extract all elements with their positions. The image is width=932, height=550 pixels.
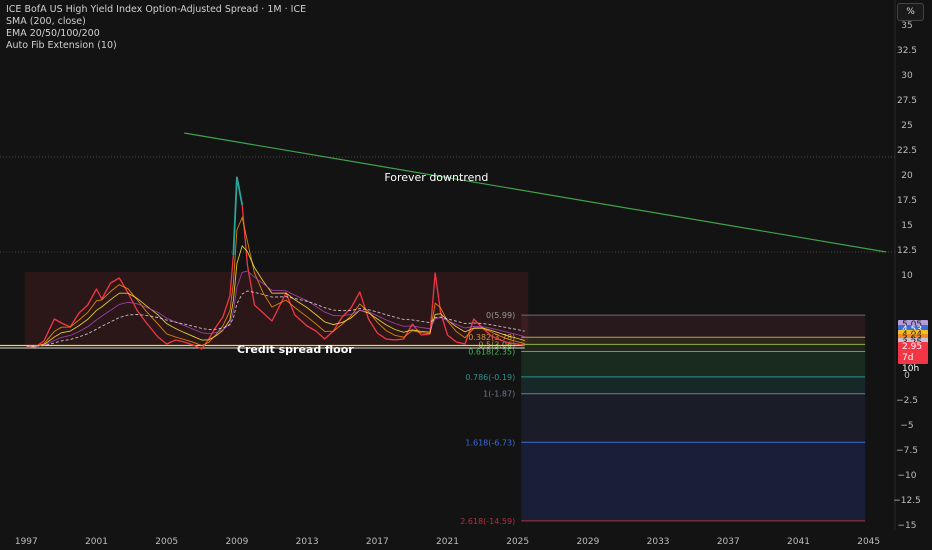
y-tick-10: 10: [901, 271, 913, 281]
fib-label-0.618: 0.618(2.35): [468, 348, 515, 357]
fib-band-1.618: [521, 442, 866, 521]
percent-scale-button[interactable]: %: [897, 3, 924, 21]
fib-label-2.618: 2.618(-14.59): [460, 517, 515, 526]
y-tick--15: −15: [898, 521, 917, 531]
fib-label-1.618: 1.618(-6.73): [465, 438, 515, 447]
x-tick-1997: 1997: [15, 537, 38, 547]
fib-band-0.618: [521, 351, 866, 377]
y-tick-17.5: 17.5: [897, 196, 917, 206]
chart-legend: ICE BofA US High Yield Index Option-Adju…: [6, 4, 306, 52]
y-tick--12.5: −12.5: [893, 496, 921, 506]
y-tick-27.5: 27.5: [897, 96, 917, 106]
x-tick-2017: 2017: [366, 537, 389, 547]
fib-label-1: 1(-1.87): [483, 390, 515, 399]
x-tick-2021: 2021: [436, 537, 459, 547]
y-tick--7.5: −7.5: [896, 446, 918, 456]
fib-band-1: [521, 393, 866, 443]
spread-spike-segment: [232, 176, 244, 256]
downtrend-line: [184, 132, 887, 253]
x-tick-2005: 2005: [155, 537, 178, 547]
indicator-ema[interactable]: EMA 20/50/100/200: [6, 28, 306, 40]
x-tick-2037: 2037: [717, 537, 740, 547]
highlight-region: [24, 272, 529, 346]
y-tick-15: 15: [901, 221, 912, 231]
annotation-floor: Credit spread floor: [237, 343, 354, 356]
y-tick-32.5: 32.5: [897, 46, 917, 56]
indicator-sma[interactable]: SMA (200, close): [6, 16, 306, 28]
fib-band-0.786: [521, 376, 866, 394]
y-tick-25: 25: [901, 121, 912, 131]
bar-countdown: 7d 10h: [902, 352, 920, 374]
x-tick-2033: 2033: [647, 537, 670, 547]
fib-label-0: 0(5.99): [486, 311, 515, 320]
x-tick-2029: 2029: [576, 537, 599, 547]
fib-band-0: [521, 315, 866, 338]
y-tick--10: −10: [898, 471, 917, 481]
y-tick-12.5: 12.5: [897, 246, 917, 256]
x-tick-2045: 2045: [857, 537, 880, 547]
x-tick-2025: 2025: [506, 537, 529, 547]
x-tick-2001: 2001: [85, 537, 108, 547]
fib-band-0.5: [521, 344, 866, 352]
annotation-downtrend: Forever downtrend: [384, 171, 488, 184]
current-price-tag: 2.95 7d 10h: [898, 341, 928, 374]
y-tick--5: −5: [900, 421, 913, 431]
current-price-value: 2.95: [902, 341, 923, 352]
y-tick--2.5: −2.5: [896, 396, 918, 406]
y-tick-30: 30: [901, 71, 913, 81]
x-tick-2041: 2041: [787, 537, 810, 547]
fib-band-0.382: [521, 337, 866, 345]
y-tick-35: 35: [901, 21, 912, 31]
fib-label-0.786: 0.786(-0.19): [465, 373, 515, 382]
chart-title: ICE BofA US High Yield Index Option-Adju…: [6, 4, 307, 15]
y-tick-22.5: 22.5: [897, 146, 917, 156]
indicator-fib[interactable]: Auto Fib Extension (10): [6, 40, 306, 52]
x-tick-2009: 2009: [225, 537, 248, 547]
y-tick-20: 20: [901, 171, 913, 181]
chart-canvas[interactable]: 0(5.99)0.382(3.78)0.5(3.06)0.618(2.35)0.…: [0, 0, 932, 550]
x-tick-2013: 2013: [296, 537, 319, 547]
